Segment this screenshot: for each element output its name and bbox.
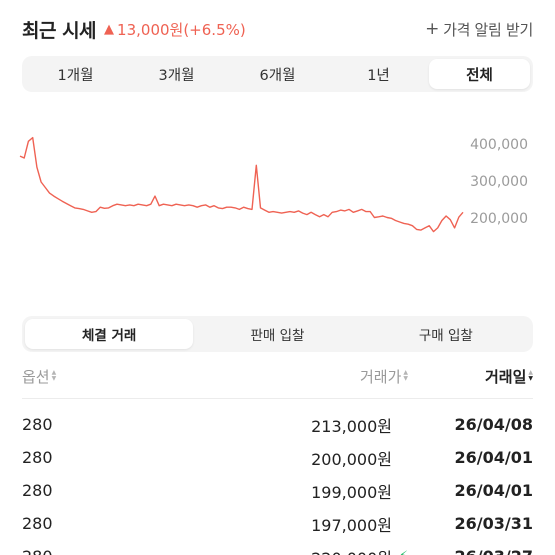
date-cell: 26/03/27 [408,547,533,555]
table-row: 280 197,000원 26/03/31 [22,507,533,540]
option-column-header[interactable]: 옵션 ▲ ▼ [22,366,208,387]
price-header: 최근 시세 ▲ 13,000원(+6.5%) + 가격 알림 받기 [22,14,533,44]
y-tick-label: 200,000 [470,211,528,227]
date-cell: 26/03/31 [454,514,533,533]
price-change: ▲ 13,000원(+6.5%) [104,19,246,40]
section-title: 최근 시세 [22,19,97,42]
date-cell: 26/04/01 [454,448,533,467]
tab-sell-bids[interactable]: 판매 입찰 [193,319,361,349]
price-cell: 200,000원 [311,449,392,469]
price-series-line [19,136,464,233]
date-header-label: 거래일 [484,367,527,386]
tab-1-month[interactable]: 1개월 [25,59,126,89]
tab-1-year[interactable]: 1년 [328,59,429,89]
tab-3-months[interactable]: 3개월 [126,59,227,89]
sort-desc-icon: ▲ ▼ [528,369,533,382]
price-cell: 220,000원⚡ [208,545,408,555]
date-column-header[interactable]: 거래일 ▲ ▼ [408,366,533,387]
tab-6-months[interactable]: 6개월 [227,59,328,89]
price-alert-button[interactable]: + 가격 알림 받기 [425,19,533,40]
option-cell: 280 [22,514,53,533]
option-cell: 280 [22,448,53,467]
option-cell: 280 [22,547,208,555]
option-cell: 280 [22,481,53,500]
tab-buy-bids[interactable]: 구매 입찰 [362,319,530,349]
trade-list: 280 213,000원 26/04/08 280 200,000원 26/04… [22,408,533,555]
tab-completed-trades[interactable]: 체결 거래 [25,319,194,349]
plus-icon: + [425,19,440,39]
up-arrow-icon: ▲ [104,21,115,37]
sort-icon: ▲ ▼ [51,369,57,382]
option-header-label: 옵션 [22,367,50,386]
date-cell: 26/04/01 [454,481,533,500]
option-cell: 280 [22,415,53,434]
price-chart[interactable]: 400,000 300,000 200,000 [0,100,555,300]
price-header-label: 거래가 [359,367,402,386]
table-divider [22,398,533,399]
price-cell: 197,000원 [311,515,392,535]
y-tick-label: 400,000 [470,137,528,153]
table-row: 280 199,000원 26/04/01 [22,474,533,507]
table-row: 280 220,000원⚡ 26/03/27 [22,540,533,555]
price-cell: 213,000원 [311,416,392,436]
tab-all[interactable]: 전체 [429,59,530,89]
table-row: 280 213,000원 26/04/08 [22,408,533,441]
price-chart-svg [19,136,464,233]
date-cell: 26/04/08 [454,415,533,434]
y-tick-label: 300,000 [470,174,528,190]
price-cell: 199,000원 [311,482,392,502]
trade-type-selector: 체결 거래 판매 입찰 구매 입찰 [22,316,533,352]
price-alert-label: 가격 알림 받기 [443,20,533,39]
table-header: 옵션 ▲ ▼ 거래가 ▲ ▼ 거래일 ▲ ▼ [22,362,533,390]
price-column-header[interactable]: 거래가 ▲ ▼ [208,366,408,387]
price-change-text: 13,000원(+6.5%) [117,20,246,39]
table-row: 280 200,000원 26/04/01 [22,441,533,474]
express-icon: ⚡ [398,549,408,555]
period-selector: 1개월 3개월 6개월 1년 전체 [22,56,533,92]
